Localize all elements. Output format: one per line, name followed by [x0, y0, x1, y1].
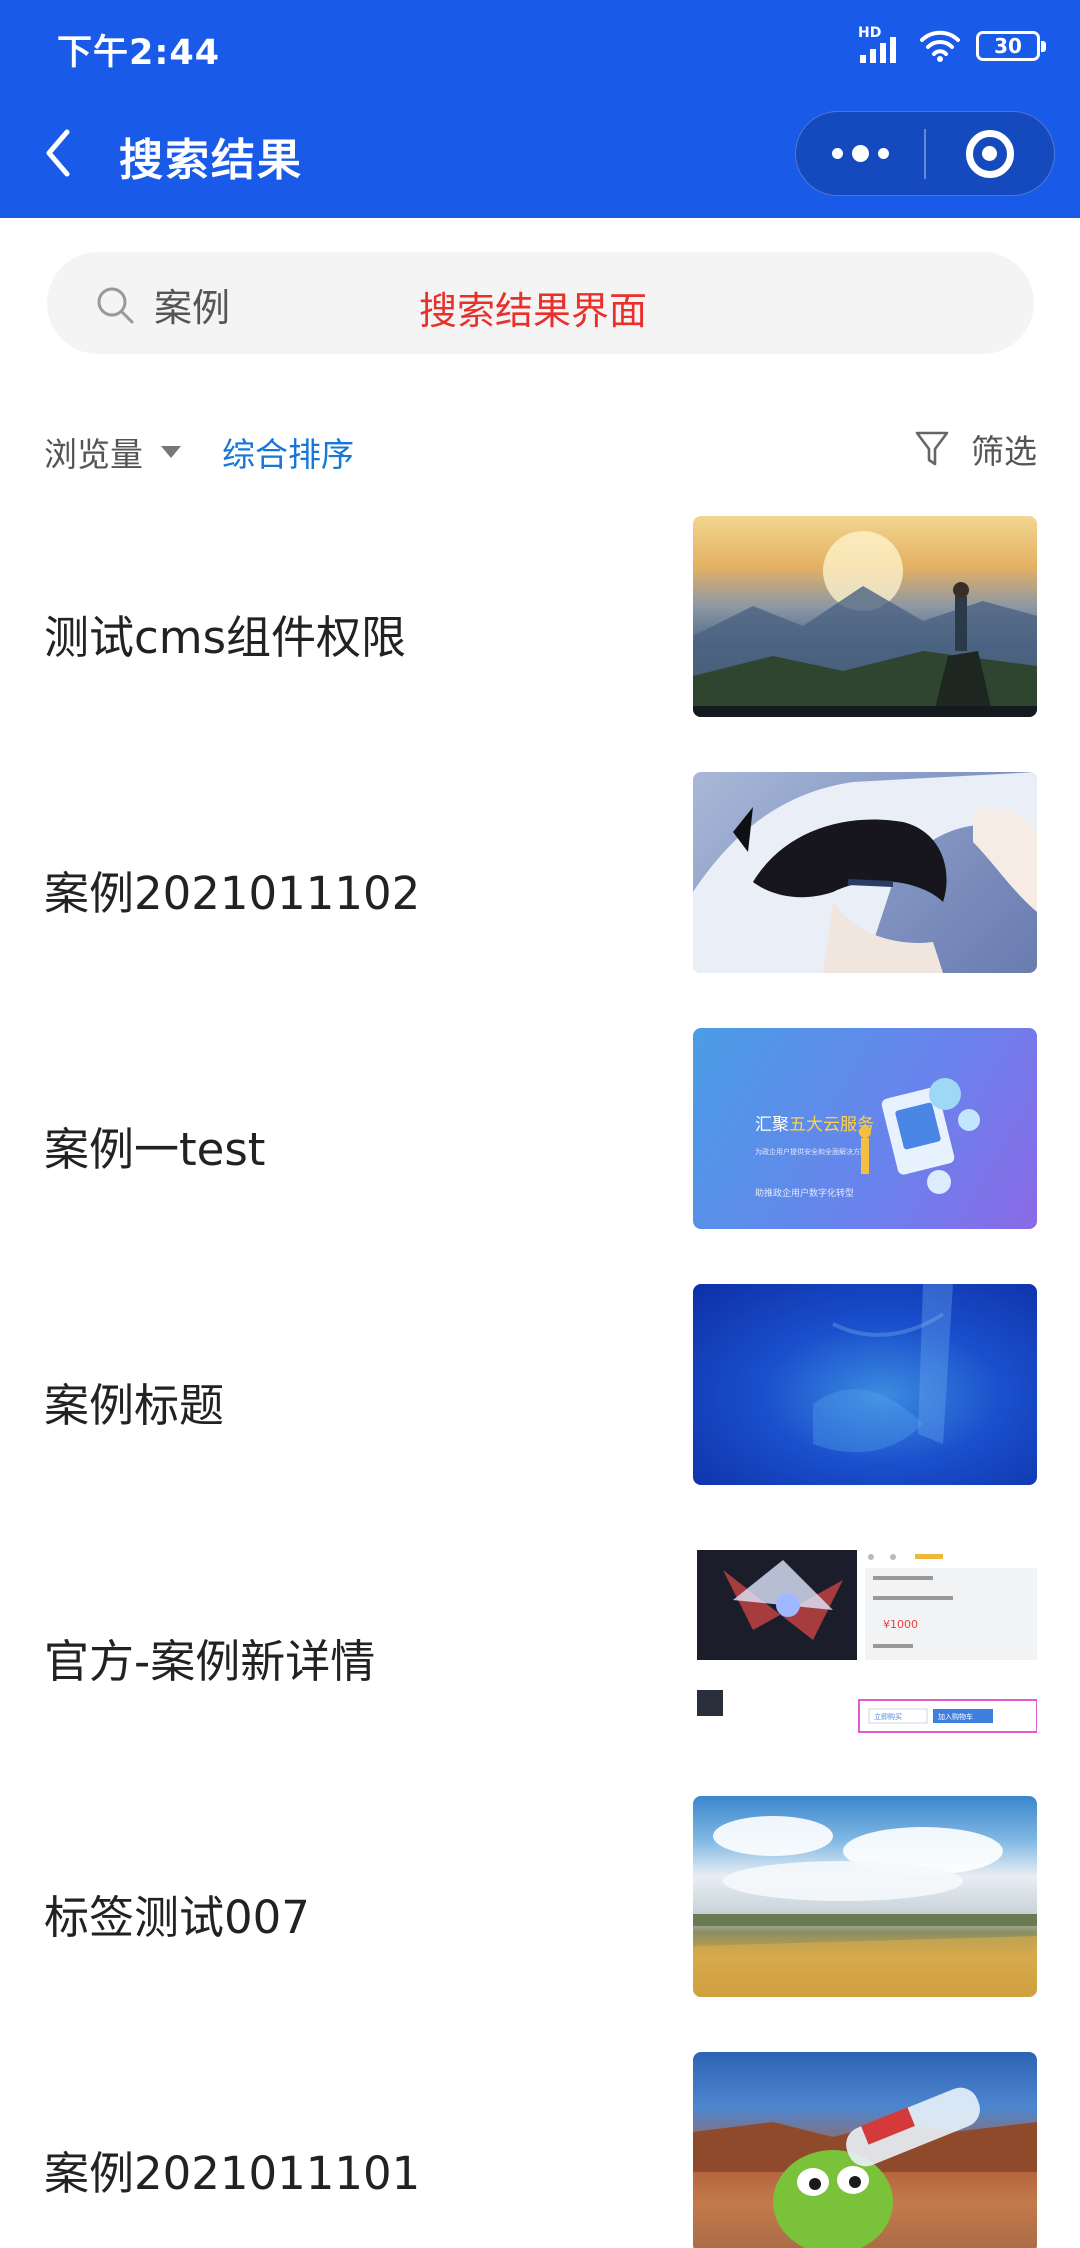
funnel-icon	[915, 431, 949, 466]
list-item[interactable]: 案例一test 汇聚 五大云服务 为政企用户提供安全和全面解决方案 助推政企用户…	[0, 1020, 1080, 1276]
sort-by-views[interactable]: 浏览量	[44, 428, 181, 476]
filter-label: 筛选	[971, 432, 1037, 471]
close-button[interactable]	[926, 111, 1054, 196]
result-title: 案例标题	[44, 1379, 225, 1432]
list-item[interactable]: 案例标题	[0, 1276, 1080, 1532]
result-thumbnail	[693, 2052, 1037, 2248]
result-title: 案例一test	[44, 1123, 266, 1176]
battery-icon: 30	[976, 31, 1046, 61]
result-title: 案例2021011101	[44, 2147, 421, 2200]
top-header: 下午2:44 HD 30 搜索结果	[0, 0, 1080, 218]
sort-default[interactable]: 综合排序	[222, 428, 354, 476]
service-line-2: 助推政企用户数字化转型	[755, 1187, 854, 1199]
list-item[interactable]: 标签测试007	[0, 1788, 1080, 2044]
result-thumbnail	[693, 1796, 1037, 1997]
result-title: 官方-案例新详情	[44, 1635, 376, 1688]
more-button[interactable]	[796, 111, 924, 196]
result-title: 案例2021011102	[44, 867, 421, 920]
result-thumbnail: ¥1000 立即购买 加入购物车	[693, 1540, 1037, 1741]
filter-bar: 浏览量 综合排序 筛选	[0, 420, 1080, 480]
screen-annotation: 搜索结果界面	[419, 289, 648, 333]
battery-level: 30	[994, 34, 1022, 58]
list-item[interactable]: 官方-案例新详情 ¥1000 立即购买 加入购物车	[0, 1532, 1080, 1788]
service-line-1: 为政企用户提供安全和全面解决方案	[755, 1147, 867, 1156]
thumb-consult-button: 立即购买	[874, 1712, 902, 1721]
status-time: 下午2:44	[57, 33, 221, 73]
list-item[interactable]: 案例2021011101	[0, 2044, 1080, 2248]
signal-icon: HD	[858, 25, 904, 65]
sort-views-label: 浏览量	[44, 435, 143, 474]
close-circle-icon	[965, 129, 1014, 178]
status-icons: HD 30	[858, 25, 1046, 66]
search-input[interactable]	[154, 276, 414, 332]
search-icon	[97, 287, 134, 324]
result-title: 测试cms组件权限	[44, 611, 407, 664]
list-item[interactable]: 案例2021011102	[0, 764, 1080, 1020]
result-thumbnail: 汇聚 五大云服务 为政企用户提供安全和全面解决方案 助推政企用户数字化转型	[693, 1028, 1037, 1229]
more-icon	[831, 148, 843, 159]
list-item[interactable]: 测试cms组件权限	[0, 508, 1080, 764]
thumb-cart-button: 加入购物车	[938, 1712, 973, 1721]
filter-button[interactable]: 筛选	[915, 425, 1037, 473]
miniprogram-capsule	[795, 111, 1055, 196]
caret-down-icon	[161, 446, 181, 458]
thumb-price: ¥1000	[883, 1618, 918, 1631]
result-thumbnail	[693, 772, 1037, 973]
chevron-left-icon	[46, 129, 70, 177]
service-brand: 汇聚	[755, 1115, 789, 1135]
page-title: 搜索结果	[119, 135, 303, 186]
result-title: 标签测试007	[44, 1891, 310, 1944]
wifi-icon	[920, 30, 960, 62]
result-thumbnail	[693, 1284, 1037, 1485]
result-list: 测试cms组件权限 案例2021011102 案例一test 汇聚 五大云服务 …	[0, 508, 1080, 2248]
back-button[interactable]	[36, 118, 80, 188]
result-thumbnail	[693, 516, 1037, 717]
